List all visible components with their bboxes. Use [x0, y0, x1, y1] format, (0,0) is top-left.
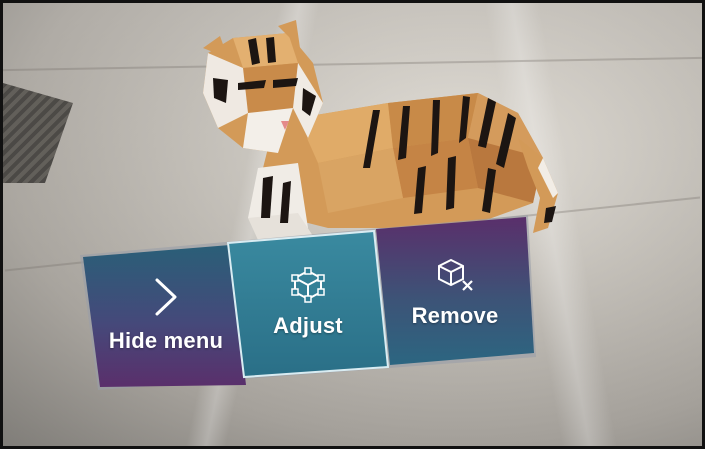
- camera-background: Hide menu Adjust Remove: [3, 3, 702, 446]
- hide-menu-button[interactable]: Hide menu: [86, 245, 246, 385]
- adjust-label: Adjust: [273, 312, 343, 338]
- remove-button[interactable]: Remove: [380, 225, 530, 360]
- tiger-head-facet: [233, 33, 298, 68]
- object-context-menu: Hide menu Adjust Remove: [78, 215, 538, 390]
- remove-cube-icon: [438, 258, 473, 291]
- remove-label: Remove: [411, 302, 499, 328]
- dark-cushion-corner: [3, 83, 73, 183]
- chevron-right-icon: [155, 278, 177, 316]
- hide-menu-label: Hide menu: [108, 328, 224, 353]
- adjust-cube-icon: [291, 266, 325, 303]
- adjust-button[interactable]: Adjust: [233, 235, 383, 370]
- ar-viewport: Hide menu Adjust Remove: [0, 0, 705, 449]
